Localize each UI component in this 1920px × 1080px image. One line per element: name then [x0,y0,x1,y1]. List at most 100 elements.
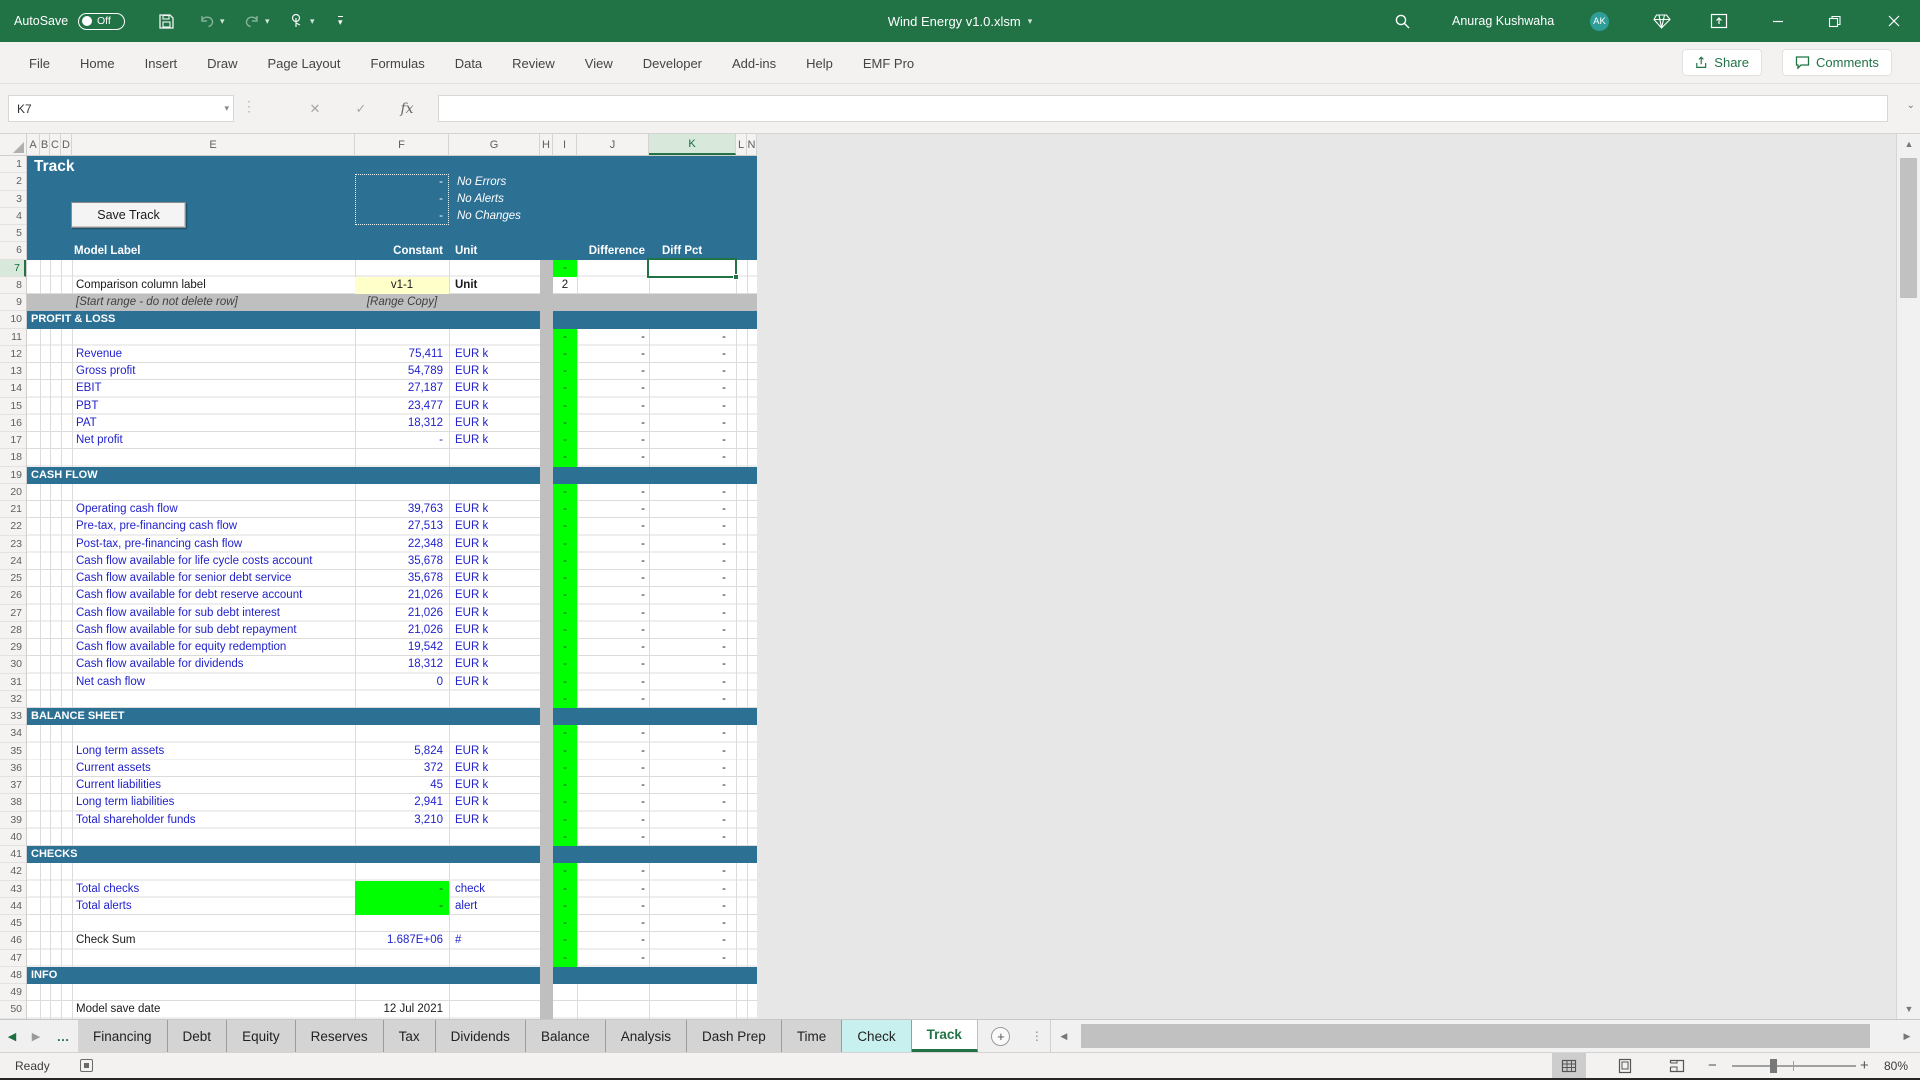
range-marker-label[interactable]: [Start range - do not delete row] [76,294,356,311]
status-value-cell[interactable]: - [355,208,443,225]
unit-cell[interactable]: EUR k [455,639,535,656]
row-header-15[interactable]: 15 [0,398,26,415]
unit-cell[interactable]: EUR k [455,553,535,570]
ribbon-tab-formulas[interactable]: Formulas [356,42,440,84]
difference-cell[interactable]: - [577,674,645,691]
unit-cell[interactable]: EUR k [455,743,535,760]
row-header-35[interactable]: 35 [0,743,26,760]
row-label[interactable]: Model save date [76,1001,356,1018]
ribbon-tab-home[interactable]: Home [65,42,130,84]
formula-bar-collapse-caret[interactable]: ⌄ [1907,100,1915,111]
diff-flag-cell[interactable]: - [553,518,577,535]
sheet-overflow-button[interactable]: … [48,1020,78,1052]
difference-cell[interactable]: - [577,725,645,742]
ribbon-tab-view[interactable]: View [570,42,628,84]
diff-flag-cell[interactable]: - [553,656,577,673]
difference-cell[interactable]: - [577,777,645,794]
status-label-cell[interactable]: No Errors [457,174,577,191]
diff-flag-cell[interactable]: - [553,812,577,829]
diff-flag-cell[interactable]: - [553,863,577,880]
diff-flag-cell[interactable]: - [553,760,577,777]
diff-pct-cell[interactable]: - [649,518,726,535]
comments-button[interactable]: Comments [1782,49,1892,76]
row-header-26[interactable]: 26 [0,587,26,604]
row-header-30[interactable]: 30 [0,656,26,673]
unit-cell[interactable]: EUR k [455,622,535,639]
close-button[interactable] [1872,0,1916,42]
redo-button[interactable]: ▾ [243,0,270,42]
difference-cell[interactable]: - [577,743,645,760]
diff-pct-cell[interactable]: - [649,725,726,742]
horizontal-scroll-thumb[interactable] [1081,1024,1870,1048]
diff-pct-cell[interactable]: - [649,794,726,811]
row-header-16[interactable]: 16 [0,415,26,432]
difference-cell[interactable]: - [577,691,645,708]
status-value-cell[interactable]: - [355,174,443,191]
row-label[interactable]: Cash flow available for equity redemptio… [76,639,356,656]
sheet-tab-dividends[interactable]: Dividends [436,1020,526,1052]
row-header-48[interactable]: 48 [0,967,26,984]
page-layout-view-button[interactable] [1608,1053,1642,1078]
row-header-36[interactable]: 36 [0,760,26,777]
row-header-8[interactable]: 8 [0,277,26,294]
unit-cell[interactable]: EUR k [455,432,535,449]
row-header-50[interactable]: 50 [0,1001,26,1018]
difference-cell[interactable]: - [577,760,645,777]
constant-value-cell[interactable]: 18,312 [355,656,443,673]
row-label[interactable]: Cash flow available for sub debt interes… [76,605,356,622]
unit-cell[interactable]: EUR k [455,346,535,363]
diff-pct-cell[interactable]: - [649,363,726,380]
scroll-down-button[interactable]: ▼ [1897,999,1920,1019]
col-title-difference[interactable]: Difference [577,243,645,259]
difference-cell[interactable]: - [577,398,645,415]
info-value-cell[interactable]: 12 Jul 2021 [355,1001,443,1018]
diff-pct-cell[interactable]: - [649,449,726,466]
row-label[interactable]: EBIT [76,380,356,397]
diff-flag-cell[interactable]: - [553,915,577,932]
constant-value-cell[interactable]: 54,789 [355,363,443,380]
sheet-nav-next-button[interactable]: ▶ [24,1020,48,1052]
zoom-slider-thumb[interactable] [1770,1059,1777,1073]
row-header-22[interactable]: 22 [0,518,26,535]
constant-value-cell[interactable]: 5,824 [355,743,443,760]
row-header-11[interactable]: 11 [0,329,26,346]
diff-flag-cell[interactable]: - [553,932,577,949]
new-sheet-button[interactable]: + [978,1020,1024,1052]
row-header-21[interactable]: 21 [0,501,26,518]
diff-flag-cell[interactable]: - [553,449,577,466]
comparison-version-cell[interactable]: v1-1 [355,277,449,294]
diff-pct-cell[interactable]: - [649,829,726,846]
diff-flag-cell[interactable]: - [553,484,577,501]
constant-value-cell[interactable]: 39,763 [355,501,443,518]
diff-pct-cell[interactable]: - [649,570,726,587]
column-header-E[interactable]: E [72,134,355,155]
column-header-D[interactable]: D [61,134,72,155]
col-title-constant[interactable]: Constant [355,243,443,259]
row-header-46[interactable]: 46 [0,932,26,949]
ribbon-tab-developer[interactable]: Developer [628,42,717,84]
difference-cell[interactable]: - [577,863,645,880]
confirm-entry-button[interactable]: ✓ [346,95,376,122]
row-header-38[interactable]: 38 [0,794,26,811]
check-value-cell[interactable]: - [355,881,449,898]
sheet-tab-tax[interactable]: Tax [384,1020,436,1052]
row-label[interactable]: Current liabilities [76,777,356,794]
row-label[interactable]: Post-tax, pre-financing cash flow [76,536,356,553]
autosave-toggle[interactable]: Off [78,0,125,42]
zoom-slider-track[interactable] [1732,1065,1856,1067]
diff-flag-cell[interactable]: - [553,639,577,656]
row-header-4[interactable]: 4 [0,208,26,225]
difference-cell[interactable]: - [577,570,645,587]
row-header-42[interactable]: 42 [0,863,26,880]
difference-cell[interactable]: - [577,415,645,432]
constant-value-cell[interactable]: 1.687E+06 [355,932,443,949]
difference-cell[interactable]: - [577,587,645,604]
ribbon-tab-insert[interactable]: Insert [130,42,193,84]
column-header-I[interactable]: I [553,134,577,155]
constant-value-cell[interactable]: 22,348 [355,536,443,553]
sheet-tab-track[interactable]: Track [912,1020,978,1052]
difference-cell[interactable]: - [577,346,645,363]
status-label-cell[interactable]: No Alerts [457,191,577,208]
diff-pct-cell[interactable]: - [649,674,726,691]
row-label[interactable]: Net cash flow [76,674,356,691]
